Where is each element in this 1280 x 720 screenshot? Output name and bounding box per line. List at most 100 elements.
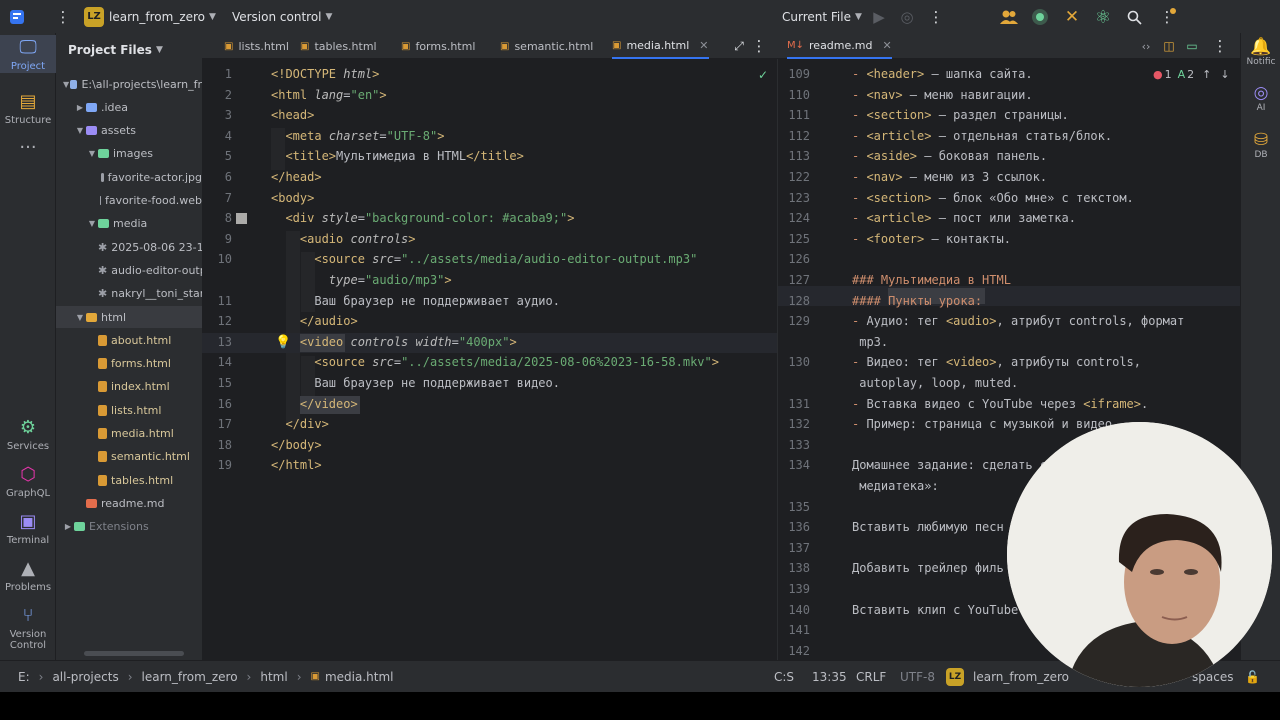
tree-item[interactable]: ▼ media xyxy=(56,213,202,235)
tab-more-icon[interactable]: ⋮ xyxy=(746,33,772,59)
tree-item[interactable]: index.html xyxy=(56,376,202,398)
code-line[interactable]: <audio controls> xyxy=(271,232,416,246)
code-line[interactable]: </body> xyxy=(271,438,322,452)
markdown-line[interactable]: - <footer> — контакты. xyxy=(852,232,1011,246)
tree-item[interactable]: ✱ nakryl__toni_stark xyxy=(56,283,202,305)
tree-item[interactable]: ▶ Extensions xyxy=(56,516,202,538)
markdown-line[interactable]: - <nav> — меню из 3 ссылок. xyxy=(852,170,1047,184)
tools-icon[interactable]: ✕ xyxy=(1059,4,1085,30)
code-line[interactable]: </audio> xyxy=(271,314,358,328)
markdown-line[interactable]: - <section> — блок «Обо мне» с текстом. xyxy=(852,191,1134,205)
chevron-right-icon[interactable]: ▶ xyxy=(74,103,86,112)
panel-scrollbar[interactable] xyxy=(84,651,184,656)
tree-item[interactable]: favorite-food.web xyxy=(56,190,202,212)
file-encoding[interactable]: UTF-8 xyxy=(900,670,935,684)
chevron-down-icon[interactable]: ▼ xyxy=(74,126,86,135)
tree-item[interactable]: tables.html xyxy=(56,469,202,491)
breadcrumb-item[interactable]: learn_from_zero xyxy=(142,670,238,684)
tool-structure[interactable]: ▤ Structure xyxy=(0,91,56,126)
markdown-line[interactable]: - <article> — пост или заметка. xyxy=(852,211,1076,225)
chevron-down-icon[interactable]: ▼ xyxy=(86,219,98,228)
tool-services[interactable]: ⚙ Services xyxy=(0,417,56,452)
react-icon[interactable]: ⚛ xyxy=(1090,4,1116,30)
markdown-line[interactable]: - Аудио: тег <audio>, атрибут controls, … xyxy=(852,314,1184,328)
breadcrumb-item[interactable]: all-projects xyxy=(52,670,118,684)
arrow-down-icon[interactable]: ↓ xyxy=(1220,68,1229,81)
lock-icon[interactable]: 🔓 xyxy=(1245,670,1260,684)
project-switcher[interactable]: LZ learn_from_zero ▼ xyxy=(84,6,216,27)
code-line[interactable]: Ваш браузер не поддерживает видео. xyxy=(271,376,560,390)
tool-graphql[interactable]: ⬡ GraphQL xyxy=(0,464,56,499)
markdown-line[interactable]: - <header> — шапка сайта. xyxy=(852,67,1033,81)
tab-tables[interactable]: ▣ tables.html xyxy=(300,33,377,59)
tool-ai[interactable]: ◎ AI xyxy=(1241,83,1280,113)
right-tab-more-icon[interactable]: ⋮ xyxy=(1207,33,1233,59)
code-line[interactable]: </div> xyxy=(271,417,328,431)
tree-item[interactable]: forms.html xyxy=(56,353,202,375)
code-line[interactable]: <div style="background-color: #acaba9;"> xyxy=(271,211,574,225)
tree-item[interactable]: readme.md xyxy=(56,492,202,514)
code-line[interactable]: Ваш браузер не поддерживает аудио. xyxy=(271,294,560,308)
tree-item[interactable]: ▼ assets xyxy=(56,120,202,142)
arrow-up-icon[interactable]: ↑ xyxy=(1202,68,1211,81)
breadcrumb-item[interactable]: media.html xyxy=(325,670,394,684)
chevron-down-icon[interactable]: ▼ xyxy=(74,313,86,322)
tree-item[interactable]: ▶ .idea xyxy=(56,96,202,118)
debug-icon[interactable]: ◎ xyxy=(894,4,920,30)
markdown-line[interactable]: медиатека»: xyxy=(852,479,938,493)
run-config-selector[interactable]: Current File ▼ xyxy=(782,10,862,24)
tab-forms[interactable]: ▣ forms.html xyxy=(401,33,475,59)
vcs-menu[interactable]: Version control ▼ xyxy=(232,10,332,24)
markdown-line[interactable]: - <aside> — боковая панель. xyxy=(852,149,1047,163)
chevron-down-icon[interactable]: ▼ xyxy=(86,149,98,158)
tree-item[interactable]: semantic.html xyxy=(56,446,202,468)
search-icon[interactable] xyxy=(1121,4,1147,30)
users-icon[interactable] xyxy=(996,4,1022,30)
markdown-line[interactable]: mp3. xyxy=(852,335,888,349)
breadcrumb-item[interactable]: html xyxy=(260,670,287,684)
tree-item[interactable]: about.html xyxy=(56,329,202,351)
tab-media[interactable]: ▣ media.html ✕ xyxy=(612,33,709,59)
code-line[interactable]: <source src="../assets/media/audio-edito… xyxy=(271,252,697,266)
chevron-down-icon[interactable]: ▼ xyxy=(62,80,70,89)
tree-item[interactable]: ✱ audio-editor-outp xyxy=(56,259,202,281)
tool-terminal[interactable]: ▣ Terminal xyxy=(0,511,56,546)
tool-problems[interactable]: ▲ Problems xyxy=(0,558,56,593)
code-line[interactable]: <html lang="en"> xyxy=(271,88,387,102)
code-line[interactable]: <head> xyxy=(271,108,314,122)
more-actions-icon[interactable]: ⋮ xyxy=(923,4,949,30)
markdown-line[interactable]: - Вставка видео с YouTube через <iframe>… xyxy=(852,397,1148,411)
line-ending[interactable]: CRLF xyxy=(856,670,886,684)
markdown-line[interactable]: Домашнее задание: сделать с xyxy=(852,458,1047,472)
chevron-right-icon[interactable]: ▶ xyxy=(62,522,74,531)
code-line[interactable]: <title>Мультимедиа в HTML</title> xyxy=(271,149,523,163)
code-line[interactable]: </video> xyxy=(271,397,358,411)
tree-item[interactable]: favorite-actor.jpg xyxy=(56,166,202,188)
inspection-widget[interactable]: ● 1 A 2 ↑ ↓ xyxy=(1153,68,1230,81)
tree-item[interactable]: lists.html xyxy=(56,399,202,421)
markdown-line[interactable]: ### Мультимедиа в HTML xyxy=(852,273,1011,287)
code-line[interactable]: <body> xyxy=(271,191,314,205)
code-line[interactable]: <meta charset="UTF-8"> xyxy=(271,129,444,143)
tool-notifications[interactable]: 🔔 Notific xyxy=(1241,37,1280,67)
markdown-line[interactable]: Вставить любимую песн xyxy=(852,520,1004,534)
run-icon[interactable]: ▶ xyxy=(866,4,892,30)
color-swatch[interactable] xyxy=(236,213,247,224)
tree-item[interactable]: ▼ html xyxy=(56,306,202,328)
markdown-line[interactable]: autoplay, loop, muted. xyxy=(852,376,1018,390)
app-logo-icon[interactable] xyxy=(4,4,30,30)
preview-only-icon[interactable]: ▭ xyxy=(1179,33,1205,59)
code-line[interactable]: <video controls width="400px"> xyxy=(271,335,517,349)
tab-readme[interactable]: M↓ readme.md ✕ xyxy=(787,33,892,59)
record-icon[interactable] xyxy=(1027,4,1053,30)
code-line[interactable]: <!DOCTYPE html> xyxy=(271,67,379,81)
cursor-mark[interactable]: C:S xyxy=(774,670,794,684)
code-line[interactable]: </head> xyxy=(271,170,322,184)
settings-menu-icon[interactable]: ⋮ xyxy=(1154,4,1180,30)
code-editor-media[interactable]: 💡 ✓ 1 <!DOCTYPE html> 2 <html lang="en"> 3 <h… xyxy=(202,59,777,660)
main-menu-icon[interactable]: ⋮ xyxy=(50,4,76,30)
code-line[interactable]: </html> xyxy=(271,458,322,472)
tree-item[interactable]: ▼ E:\all-projects\learn_fr xyxy=(56,73,202,95)
tab-lists[interactable]: ▣ lists.html xyxy=(224,33,289,59)
markdown-line[interactable]: - Видео: тег <video>, атрибуты controls, xyxy=(852,355,1141,369)
